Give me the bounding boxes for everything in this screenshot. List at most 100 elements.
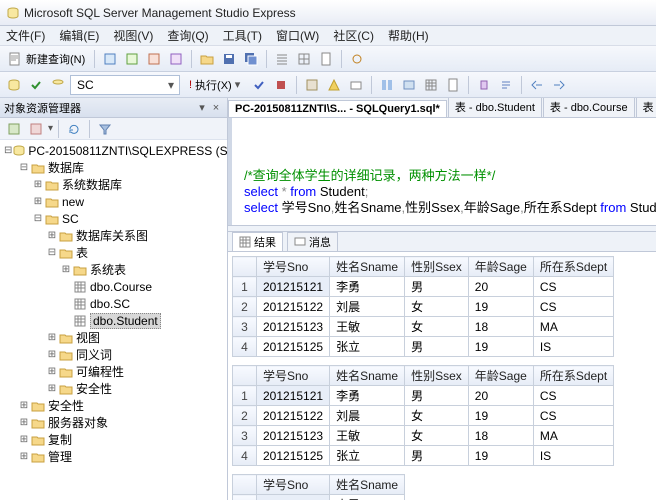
col-header[interactable]: 姓名Sname bbox=[330, 366, 405, 386]
row-header[interactable]: 1 bbox=[233, 386, 257, 406]
row-header[interactable]: 1 bbox=[233, 495, 257, 500]
tree-toggle[interactable]: ⊞ bbox=[46, 332, 58, 344]
cell[interactable]: 19 bbox=[468, 446, 533, 466]
row-header[interactable]: 1 bbox=[233, 277, 257, 297]
tree-toggle[interactable]: ⊞ bbox=[18, 417, 30, 429]
editor-tab[interactable]: PC-20150811ZNTI\S... - SQLQuery1.sql* bbox=[228, 100, 447, 117]
panel-options-icon[interactable]: ▾ bbox=[195, 101, 209, 114]
tree-toggle[interactable]: ⊞ bbox=[32, 179, 44, 191]
toolbar-btn-grid[interactable] bbox=[294, 49, 314, 69]
cell[interactable]: 18 bbox=[468, 426, 533, 446]
close-icon[interactable]: × bbox=[209, 102, 223, 114]
menu-item[interactable]: 视图(V) bbox=[111, 26, 155, 45]
results-panel[interactable]: 学号Sno姓名Sname性别Ssex年龄Sage所在系Sdept12012151… bbox=[228, 252, 656, 500]
cell[interactable]: 王敏 bbox=[330, 317, 405, 337]
col-header[interactable]: 所在系Sdept bbox=[533, 257, 613, 277]
cell[interactable]: 20 bbox=[468, 277, 533, 297]
menu-item[interactable]: 帮助(H) bbox=[386, 26, 431, 45]
row-header[interactable]: 4 bbox=[233, 337, 257, 357]
cell[interactable]: 201215121 bbox=[257, 386, 330, 406]
cell[interactable]: 19 bbox=[468, 337, 533, 357]
tb-btn-i[interactable] bbox=[496, 75, 516, 95]
col-header[interactable]: 学号Sno bbox=[257, 475, 330, 495]
cell[interactable]: MA bbox=[533, 317, 613, 337]
tb-btn-h[interactable] bbox=[474, 75, 494, 95]
tree-node[interactable]: ⊞安全性 bbox=[0, 380, 227, 397]
refresh-icon[interactable] bbox=[64, 119, 84, 139]
col-header[interactable]: 年龄Sage bbox=[468, 366, 533, 386]
result-grid[interactable]: 学号Sno姓名Sname性别Ssex年龄Sage所在系Sdept12012151… bbox=[232, 256, 614, 357]
execute-button[interactable]: ! 执行(X) ▾ bbox=[182, 75, 247, 95]
toolbar-btn-1[interactable] bbox=[100, 49, 120, 69]
cell[interactable]: 201215125 bbox=[257, 446, 330, 466]
col-header[interactable]: 所在系Sdept bbox=[533, 366, 613, 386]
cell[interactable]: 男 bbox=[405, 386, 469, 406]
toolbar-btn-doc[interactable] bbox=[316, 49, 336, 69]
toolbar-btn-4[interactable] bbox=[166, 49, 186, 69]
tree-node[interactable]: dbo.Course bbox=[0, 278, 227, 295]
cell[interactable]: 19 bbox=[468, 406, 533, 426]
tb-btn-f[interactable] bbox=[421, 75, 441, 95]
cell[interactable]: 刘晨 bbox=[330, 297, 405, 317]
cell[interactable]: 201215122 bbox=[257, 297, 330, 317]
row-header[interactable]: 3 bbox=[233, 426, 257, 446]
row-header[interactable]: 3 bbox=[233, 317, 257, 337]
cell[interactable]: 201215122 bbox=[257, 406, 330, 426]
check2-icon[interactable] bbox=[249, 75, 269, 95]
check-icon[interactable] bbox=[26, 75, 46, 95]
tree-node[interactable]: dbo.SC bbox=[0, 295, 227, 312]
cell[interactable]: 19 bbox=[468, 297, 533, 317]
tree-toggle[interactable]: ⊟ bbox=[18, 162, 30, 174]
new-query-button[interactable]: 新建查询(N) bbox=[4, 49, 89, 69]
saveall-icon[interactable] bbox=[241, 49, 261, 69]
tb-btn-b[interactable] bbox=[324, 75, 344, 95]
tree-node[interactable]: ⊞new bbox=[0, 193, 227, 210]
col-header[interactable]: 性别Ssex bbox=[405, 257, 469, 277]
cell[interactable]: 李勇 bbox=[330, 495, 405, 500]
toolbar-btn-2[interactable] bbox=[122, 49, 142, 69]
editor-tab[interactable]: 表 - dbo.Student bbox=[448, 98, 542, 117]
tree-node[interactable]: ⊞安全性 bbox=[0, 397, 227, 414]
cell[interactable]: 男 bbox=[405, 277, 469, 297]
menu-item[interactable]: 查询(Q) bbox=[165, 26, 210, 45]
tb-btn-c[interactable] bbox=[346, 75, 366, 95]
cell[interactable]: 女 bbox=[405, 426, 469, 446]
tree-node[interactable]: ⊞可编程性 bbox=[0, 363, 227, 380]
database-combo[interactable]: SC ▾ bbox=[70, 75, 180, 95]
tree-node[interactable]: ⊞服务器对象 bbox=[0, 414, 227, 431]
tree-toggle[interactable]: ⊞ bbox=[46, 349, 58, 361]
cell[interactable]: IS bbox=[533, 337, 613, 357]
tree-toggle[interactable]: ⊞ bbox=[32, 196, 44, 208]
cell[interactable]: CS bbox=[533, 297, 613, 317]
col-header[interactable]: 姓名Sname bbox=[330, 257, 405, 277]
tab-messages[interactable]: 消息 bbox=[287, 232, 338, 252]
tb-btn-d[interactable] bbox=[377, 75, 397, 95]
row-header[interactable]: 2 bbox=[233, 297, 257, 317]
cell[interactable]: 女 bbox=[405, 406, 469, 426]
tree-toggle[interactable]: ⊞ bbox=[46, 383, 58, 395]
cell[interactable]: 201215123 bbox=[257, 317, 330, 337]
indent-less-icon[interactable] bbox=[527, 75, 547, 95]
cell[interactable]: 李勇 bbox=[330, 277, 405, 297]
cell[interactable]: 18 bbox=[468, 317, 533, 337]
tree-toggle[interactable]: ⊟ bbox=[4, 145, 12, 157]
tree-node[interactable]: ⊟PC-20150811ZNTI\SQLEXPRESS (SQL Ser bbox=[0, 142, 227, 159]
tb-btn-a[interactable] bbox=[302, 75, 322, 95]
tree-toggle[interactable]: ⊞ bbox=[18, 400, 30, 412]
cell[interactable]: 女 bbox=[405, 297, 469, 317]
cell[interactable]: 王敏 bbox=[330, 426, 405, 446]
db2-icon[interactable] bbox=[48, 75, 68, 95]
cell[interactable]: 男 bbox=[405, 446, 469, 466]
menu-item[interactable]: 文件(F) bbox=[4, 26, 47, 45]
toolbar-btn-list[interactable] bbox=[272, 49, 292, 69]
sql-editor[interactable]: /*查询全体学生的详细记录，两种方法一样*/select * from Stud… bbox=[228, 118, 656, 226]
tb-btn-g[interactable] bbox=[443, 75, 463, 95]
editor-tab[interactable]: 表 - dbo.Course bbox=[543, 98, 635, 117]
cell[interactable]: 20 bbox=[468, 386, 533, 406]
menu-item[interactable]: 社区(C) bbox=[331, 26, 376, 45]
col-header[interactable]: 学号Sno bbox=[257, 366, 330, 386]
explorer-tree[interactable]: ⊟PC-20150811ZNTI\SQLEXPRESS (SQL Ser⊟数据库… bbox=[0, 140, 227, 500]
tree-toggle[interactable]: ⊞ bbox=[46, 366, 58, 378]
tree-toggle[interactable]: ⊟ bbox=[32, 213, 44, 225]
tree-node[interactable]: ⊟数据库 bbox=[0, 159, 227, 176]
